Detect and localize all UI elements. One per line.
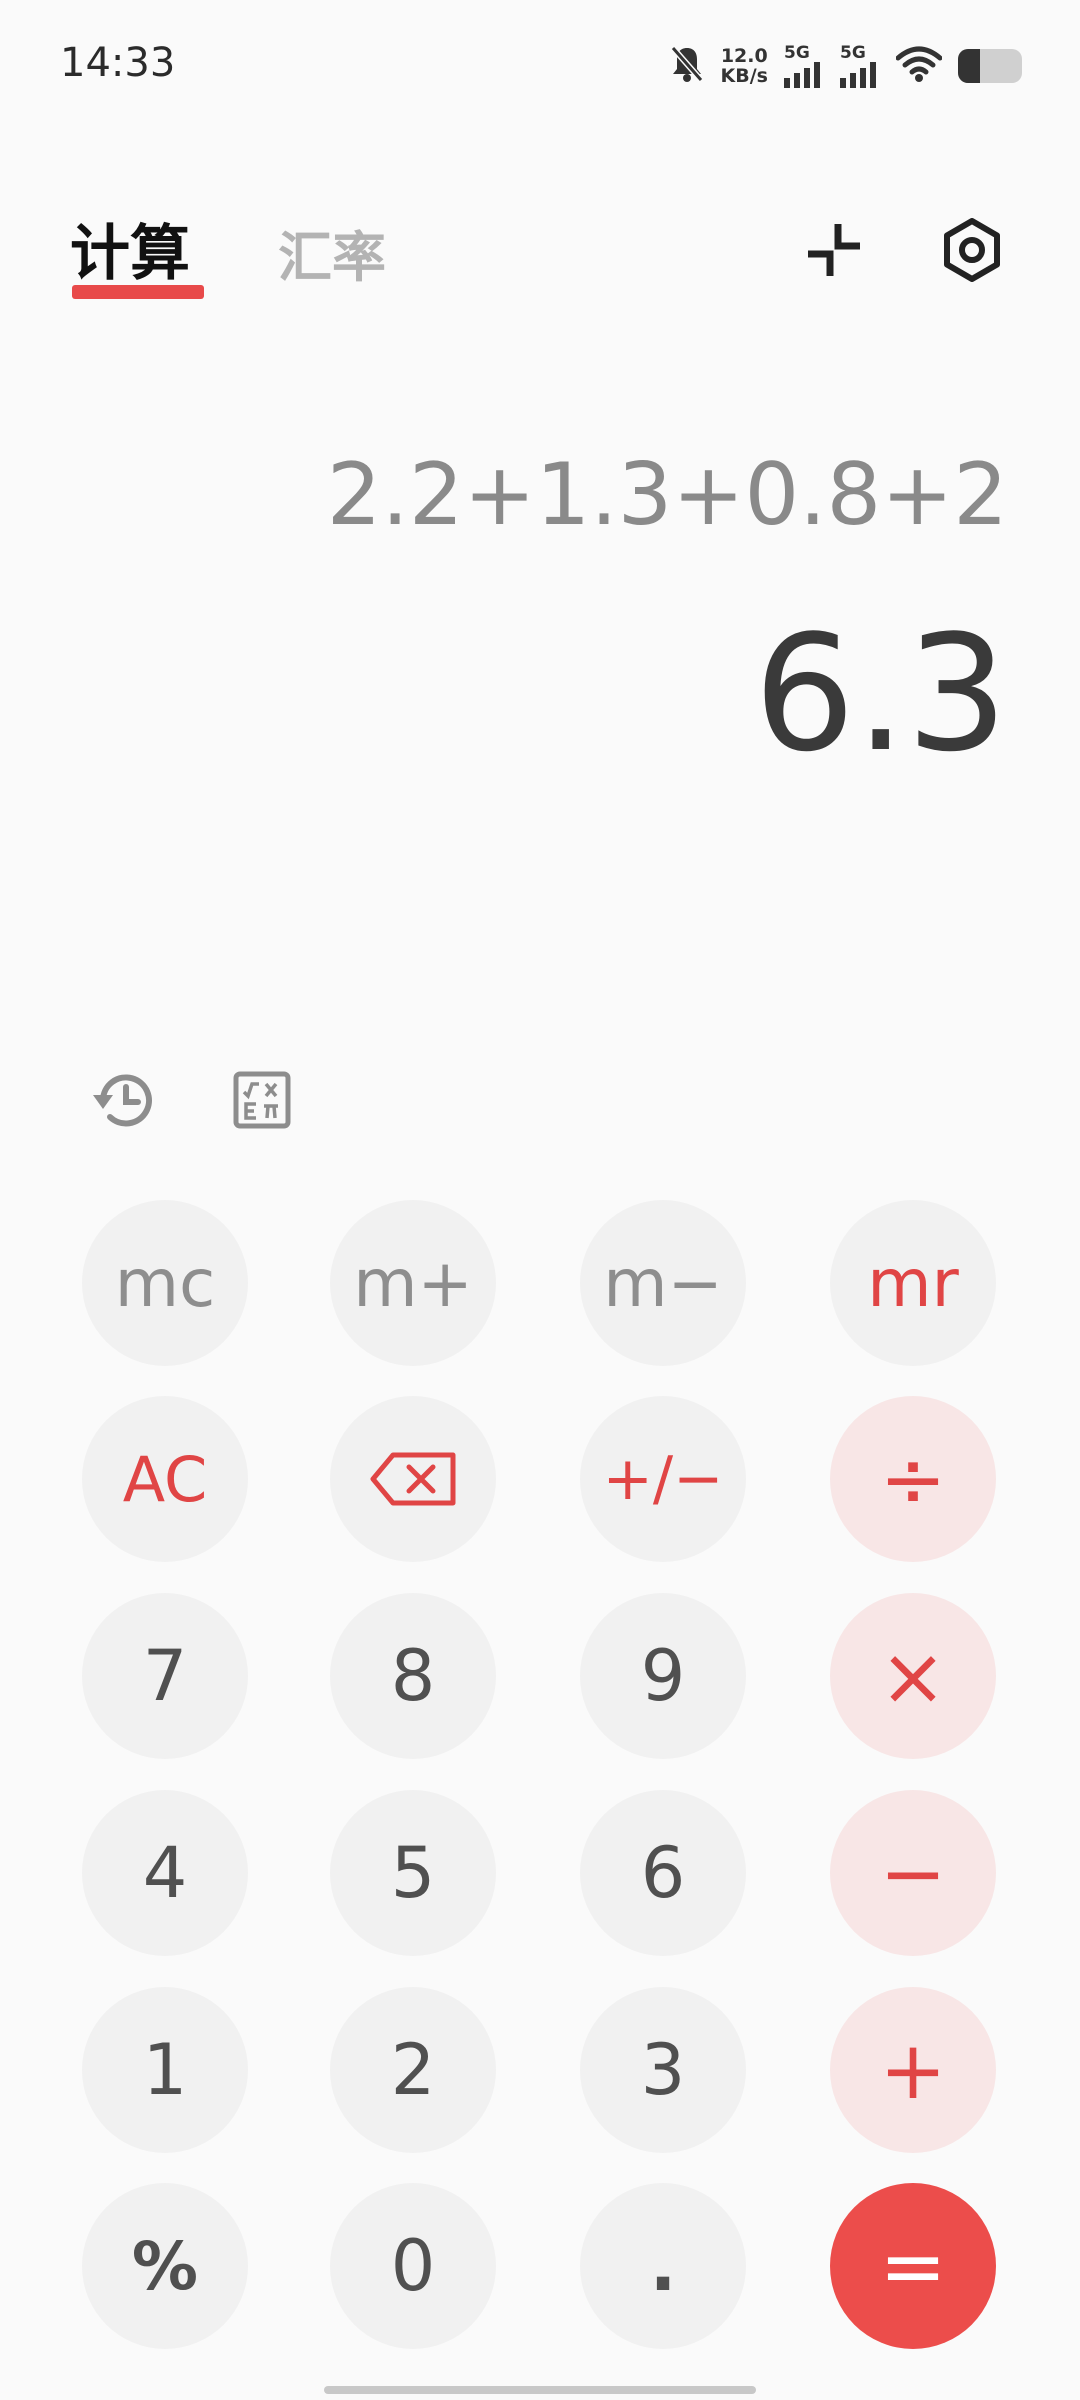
digit-0-button[interactable]: 0 xyxy=(330,2183,496,2349)
signal-icon xyxy=(784,61,820,88)
m-plus-button[interactable]: m+ xyxy=(330,1200,496,1366)
history-button[interactable] xyxy=(84,1060,164,1140)
multiply-button[interactable]: × xyxy=(830,1593,996,1759)
digit-8-button[interactable]: 8 xyxy=(330,1593,496,1759)
settings-button[interactable] xyxy=(932,210,1012,290)
settings-icon xyxy=(944,218,1000,282)
digit-1-button[interactable]: 1 xyxy=(82,1987,248,2153)
digit-7-button[interactable]: 7 xyxy=(82,1593,248,1759)
sim1-label: 5G xyxy=(784,42,810,63)
sign-toggle-button[interactable]: +/− xyxy=(580,1396,746,1562)
digit-4-button[interactable]: 4 xyxy=(82,1790,248,1956)
active-tab-indicator xyxy=(72,285,204,299)
tab-calculator[interactable]: 计算 xyxy=(70,205,190,292)
scientific-icon xyxy=(233,1071,291,1129)
net-speed-value: 12.0 xyxy=(720,45,768,67)
status-bar: 14:33 12.0 KB/s 5G 5G xyxy=(0,0,1080,130)
backspace-button[interactable] xyxy=(330,1396,496,1562)
m-minus-button[interactable]: m− xyxy=(580,1200,746,1366)
status-time: 14:33 xyxy=(60,40,176,86)
percent-button[interactable]: % xyxy=(82,2183,248,2349)
result-display: 6.3 xyxy=(753,600,1008,787)
history-icon xyxy=(93,1074,152,1127)
bell-muted-icon xyxy=(669,44,705,88)
sim2-label: 5G xyxy=(840,42,866,63)
backspace-icon xyxy=(370,1452,456,1506)
mc-button[interactable]: mc xyxy=(82,1200,248,1366)
expression-display: 2.2+1.3+0.8+2 xyxy=(326,445,1008,545)
calculator-screen: 14:33 12.0 KB/s 5G 5G 计算 汇率 2.2+1.3+0.8+… xyxy=(0,0,1080,2400)
mr-button[interactable]: mr xyxy=(830,1200,996,1366)
sim1-signal: 5G xyxy=(784,42,824,88)
digit-6-button[interactable]: 6 xyxy=(580,1790,746,1956)
battery-icon xyxy=(958,49,1022,83)
digit-9-button[interactable]: 9 xyxy=(580,1593,746,1759)
digit-3-button[interactable]: 3 xyxy=(580,1987,746,2153)
net-speed-unit: KB/s xyxy=(720,65,768,87)
add-button[interactable]: + xyxy=(830,1987,996,2153)
wifi-icon xyxy=(895,46,943,86)
signal-icon xyxy=(840,61,876,88)
status-icons: 12.0 KB/s 5G 5G xyxy=(669,38,1022,94)
sim2-signal: 5G xyxy=(840,42,880,88)
decimal-button[interactable]: . xyxy=(580,2183,746,2349)
home-indicator[interactable] xyxy=(324,2386,756,2394)
digit-5-button[interactable]: 5 xyxy=(330,1790,496,1956)
subtract-button[interactable]: − xyxy=(830,1790,996,1956)
digit-2-button[interactable]: 2 xyxy=(330,1987,496,2153)
divide-button[interactable]: ÷ xyxy=(830,1396,996,1562)
shrink-icon xyxy=(808,224,860,276)
tab-exchange-rate[interactable]: 汇率 xyxy=(278,213,386,292)
scientific-button[interactable] xyxy=(222,1060,302,1140)
battery-level xyxy=(958,49,981,83)
net-speed: 12.0 KB/s xyxy=(721,46,768,86)
shrink-button[interactable] xyxy=(794,210,874,290)
equals-button[interactable]: = xyxy=(830,2183,996,2349)
clear-button[interactable]: AC xyxy=(82,1396,248,1562)
